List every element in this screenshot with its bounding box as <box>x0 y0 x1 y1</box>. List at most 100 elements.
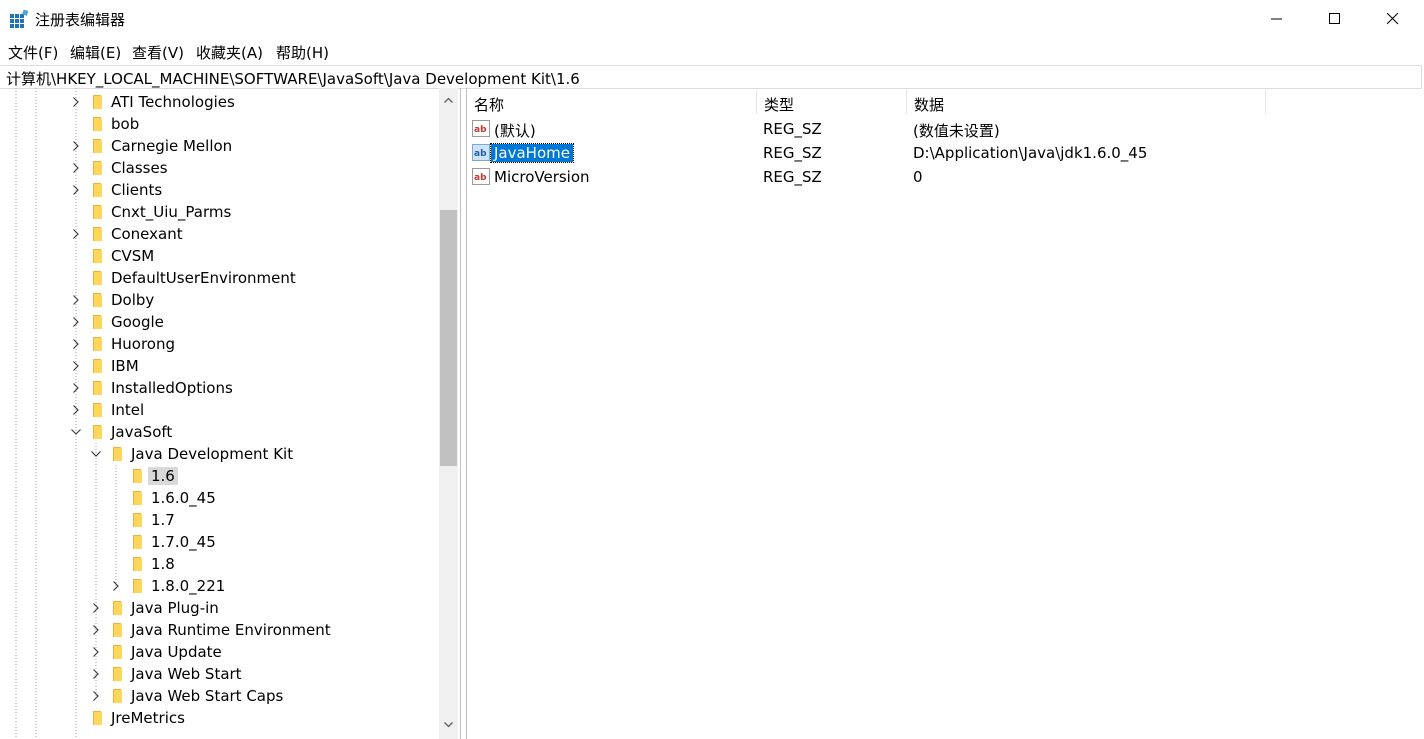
tree-item-javasoft[interactable]: JavaSoft <box>0 421 438 443</box>
tree-item-label: Java Web Start <box>131 665 242 683</box>
tree-item-java-update[interactable]: Java Update <box>0 641 438 663</box>
menu-view[interactable]: 查看(V) <box>132 42 184 63</box>
tree-item-carnegie-mellon[interactable]: Carnegie Mellon <box>0 135 438 157</box>
tree-item-java-development-kit[interactable]: Java Development Kit <box>0 443 438 465</box>
column-divider[interactable] <box>1265 90 1266 114</box>
menu-file[interactable]: 文件(F) <box>8 42 58 63</box>
column-header-data[interactable]: 数据 <box>907 88 1265 114</box>
chevron-right-icon[interactable] <box>70 184 82 196</box>
tree-item-label: IBM <box>111 357 139 375</box>
chevron-right-icon[interactable] <box>90 624 102 636</box>
tree-item-1-7[interactable]: 1.7 <box>0 509 438 531</box>
tree-item-google[interactable]: Google <box>0 311 438 333</box>
tree-vertical-scrollbar[interactable] <box>439 88 458 739</box>
menu-favorites[interactable]: 收藏夹(A) <box>196 42 263 63</box>
chevron-right-icon[interactable] <box>70 162 82 174</box>
tree-item-1-8-0-221[interactable]: 1.8.0_221 <box>0 575 438 597</box>
chevron-right-icon[interactable] <box>90 646 102 658</box>
scroll-up-icon[interactable] <box>444 96 453 105</box>
tree-item-label: Java Web Start Caps <box>131 687 284 705</box>
chevron-right-icon[interactable] <box>70 140 82 152</box>
tree-item-label: 1.8 <box>151 555 175 573</box>
tree-item-java-web-start-caps[interactable]: Java Web Start Caps <box>0 685 438 707</box>
tree-item-label: 1.6 <box>148 467 178 485</box>
value-name: JavaHome <box>490 143 574 163</box>
string-value-icon: ab <box>472 144 490 161</box>
string-value-icon: ab <box>472 120 490 137</box>
tree-item-ibm[interactable]: IBM <box>0 355 438 377</box>
address-bar[interactable]: 计算机\HKEY_LOCAL_MACHINE\SOFTWARE\JavaSoft… <box>0 65 1422 89</box>
tree-item-ati-technologies[interactable]: ATI Technologies <box>0 91 438 113</box>
chevron-right-icon[interactable] <box>70 404 82 416</box>
folder-icon <box>93 139 102 153</box>
tree-item-1-6[interactable]: 1.6 <box>0 465 438 487</box>
tree-item-huorong[interactable]: Huorong <box>0 333 438 355</box>
value-type: REG_SZ <box>763 144 822 162</box>
tree-item-label: JreMetrics <box>111 709 185 727</box>
svg-text:ab: ab <box>474 149 487 159</box>
folder-icon <box>133 469 142 483</box>
minimize-icon <box>1271 18 1282 20</box>
tree-item-jremetrics[interactable]: JreMetrics <box>0 707 438 729</box>
chevron-right-icon[interactable] <box>90 690 102 702</box>
folder-icon <box>133 535 142 549</box>
column-header-name[interactable]: 名称 <box>467 88 756 114</box>
tree-item-intel[interactable]: Intel <box>0 399 438 421</box>
tree-item-1-8[interactable]: 1.8 <box>0 553 438 575</box>
minimize-button[interactable] <box>1248 0 1306 38</box>
folder-icon <box>113 667 122 681</box>
chevron-right-icon[interactable] <box>70 338 82 350</box>
chevron-right-icon[interactable] <box>70 360 82 372</box>
tree-item-cvsm[interactable]: CVSM <box>0 245 438 267</box>
tree-item-1-6-0-45[interactable]: 1.6.0_45 <box>0 487 438 509</box>
value-row[interactable]: ab (默认) REG_SZ (数值未设置) <box>467 117 1367 141</box>
tree-item-label: 1.6.0_45 <box>151 489 216 507</box>
menu-help[interactable]: 帮助(H) <box>276 42 329 63</box>
tree-item-1-7-0-45[interactable]: 1.7.0_45 <box>0 531 438 553</box>
tree-item-conexant[interactable]: Conexant <box>0 223 438 245</box>
chevron-right-icon[interactable] <box>70 228 82 240</box>
key-tree-pane: ATI Technologies bob Carnegie Mellon Classe… <box>0 88 461 739</box>
svg-text:ab: ab <box>474 173 487 183</box>
chevron-right-icon[interactable] <box>90 602 102 614</box>
scroll-down-icon[interactable] <box>444 720 453 729</box>
folder-icon <box>93 227 102 241</box>
value-name: MicroVersion <box>494 168 590 186</box>
menu-bar: 文件(F) 编辑(E) 查看(V) 收藏夹(A) 帮助(H) <box>0 40 1424 64</box>
tree-item-bob[interactable]: bob <box>0 113 438 135</box>
maximize-button[interactable] <box>1306 0 1364 38</box>
folder-icon <box>133 579 142 593</box>
tree-item-dolby[interactable]: Dolby <box>0 289 438 311</box>
tree-item-java-runtime-environment[interactable]: Java Runtime Environment <box>0 619 438 641</box>
tree-item-clients[interactable]: Clients <box>0 179 438 201</box>
chevron-right-icon[interactable] <box>90 668 102 680</box>
value-row-selected[interactable]: ab JavaHome REG_SZ D:\Application\Java\j… <box>467 141 1367 165</box>
chevron-right-icon[interactable] <box>70 96 82 108</box>
chevron-right-icon[interactable] <box>70 294 82 306</box>
column-header-type[interactable]: 类型 <box>757 88 906 114</box>
chevron-right-icon[interactable] <box>70 382 82 394</box>
menu-edit[interactable]: 编辑(E) <box>70 42 121 63</box>
tree-item-label: Cnxt_Uiu_Parms <box>111 203 232 221</box>
tree-item-label: 1.8.0_221 <box>151 577 226 595</box>
tree-item-label: InstalledOptions <box>111 379 233 397</box>
tree-item-defaultuserenvironment[interactable]: DefaultUserEnvironment <box>0 267 438 289</box>
tree-item-java-plug-in[interactable]: Java Plug-in <box>0 597 438 619</box>
value-row[interactable]: ab MicroVersion REG_SZ 0 <box>467 165 1367 189</box>
chevron-down-icon[interactable] <box>90 448 102 460</box>
close-button[interactable] <box>1364 0 1422 38</box>
tree-item-classes[interactable]: Classes <box>0 157 438 179</box>
maximize-icon <box>1329 13 1340 24</box>
tree-item-java-web-start[interactable]: Java Web Start <box>0 663 438 685</box>
folder-icon <box>113 645 122 659</box>
scroll-thumb[interactable] <box>440 210 457 466</box>
value-type: REG_SZ <box>763 168 822 186</box>
chevron-right-icon[interactable] <box>70 316 82 328</box>
chevron-down-icon[interactable] <box>70 426 82 438</box>
tree-item-cnxt-uiu-parms[interactable]: Cnxt_Uiu_Parms <box>0 201 438 223</box>
title-bar: 注册表编辑器 <box>0 0 1424 38</box>
tree-item-label: Dolby <box>111 291 155 309</box>
tree-item-installedoptions[interactable]: InstalledOptions <box>0 377 438 399</box>
tree-item-label: ATI Technologies <box>111 93 235 111</box>
chevron-right-icon[interactable] <box>110 580 122 592</box>
